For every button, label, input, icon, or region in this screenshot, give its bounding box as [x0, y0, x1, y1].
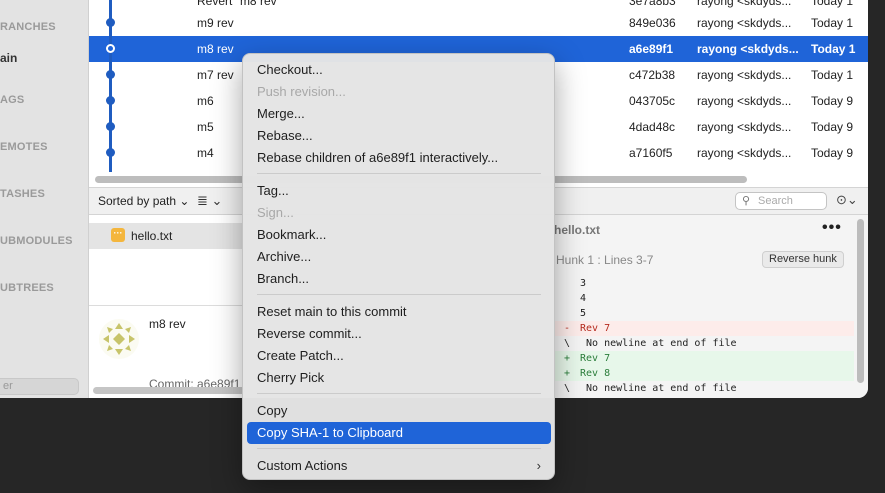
graph-node — [106, 96, 115, 105]
menu-item-custom-actions[interactable]: Custom Actions › — [247, 455, 551, 477]
chevron-down-icon: ⌄ — [846, 192, 858, 207]
commit-sha: a7160f5 — [629, 146, 673, 160]
diff-line-added: + Rev 8 — [554, 366, 854, 381]
commit-sha: 043705c — [629, 94, 676, 108]
chevron-down-icon: ⌄ — [179, 194, 190, 208]
sidebar-submodules-header[interactable]: UBMODULES — [0, 235, 73, 247]
sidebar-filter-input[interactable]: er — [0, 378, 79, 395]
menu-item-reverse-commit[interactable]: Reverse commit... — [247, 323, 551, 345]
menu-separator — [257, 393, 541, 394]
diff-vertical-scrollbar[interactable] — [857, 219, 864, 383]
history-row[interactable]: m9 rev 849e036 rayong <skdyds... Today 1 — [89, 10, 868, 36]
graph-node — [106, 18, 115, 27]
diff-line-removed: - Rev 7 — [554, 321, 854, 336]
options-button[interactable]: ⊙⌄ — [836, 192, 858, 208]
commit-date: Today 9 — [811, 94, 854, 108]
commit-date: Today 1 — [811, 16, 854, 30]
commit-sha: 4dad48c — [629, 120, 676, 134]
file-row[interactable]: ··· hello.txt — [89, 223, 249, 249]
menu-item-bookmark[interactable]: Bookmark... — [247, 224, 551, 246]
menu-item-push-revision[interactable]: Push revision... — [247, 81, 551, 103]
menu-item-copy[interactable]: Copy — [247, 400, 551, 422]
reverse-hunk-button[interactable]: Reverse hunk — [762, 251, 844, 268]
list-icon: ≣ — [197, 193, 208, 208]
sidebar-item-current-branch[interactable]: ain — [0, 51, 17, 65]
menu-item-archive[interactable]: Archive... — [247, 246, 551, 268]
menu-item-tag[interactable]: Tag... — [247, 180, 551, 202]
search-input[interactable]: ⚲ Search — [735, 192, 827, 210]
menu-separator — [257, 173, 541, 174]
menu-item-cherry-pick[interactable]: Cherry Pick — [247, 367, 551, 389]
chevron-down-icon: ⌄ — [211, 193, 223, 208]
sort-dropdown[interactable]: Sorted by path ⌄ — [98, 194, 189, 208]
commit-author: rayong <skdyds... — [697, 68, 792, 82]
graph-node — [106, 70, 115, 79]
commit-author: rayong <skdyds... — [697, 94, 792, 108]
menu-item-create-patch[interactable]: Create Patch... — [247, 345, 551, 367]
details-horizontal-scrollbar[interactable] — [93, 387, 245, 394]
menu-item-reset[interactable]: Reset main to this commit — [247, 301, 551, 323]
graph-node-selected — [106, 44, 115, 53]
avatar — [99, 319, 139, 359]
sidebar: RANCHES ain AGS EMOTES TASHES UBMODULES … — [0, 0, 89, 398]
menu-item-rebase-children[interactable]: Rebase children of a6e89f1 interactively… — [247, 147, 551, 169]
menu-item-merge[interactable]: Merge... — [247, 103, 551, 125]
diff-line: \ No newline at end of file — [564, 383, 737, 394]
menu-separator — [257, 294, 541, 295]
file-name: hello.txt — [131, 229, 173, 243]
commit-sha: a6e89f1 — [629, 42, 674, 56]
menu-separator — [257, 448, 541, 449]
diff-line: 3 — [580, 278, 587, 289]
diff-file-name: hello.txt — [554, 223, 601, 237]
commit-message: m9 rev — [197, 16, 234, 30]
ellipsis-circle-icon: ⊙ — [836, 192, 847, 207]
commit-date: Today 9 — [811, 120, 854, 134]
diff-view: hello.txt ••• Hunk 1 : Lines 3-7 Reverse… — [554, 215, 868, 398]
graph-node — [106, 122, 115, 131]
menu-item-sign[interactable]: Sign... — [247, 202, 551, 224]
commit-author: rayong <skdyds... — [697, 16, 792, 30]
commit-sha: 849e036 — [629, 16, 676, 30]
hunk-header: Hunk 1 : Lines 3-7 — [556, 253, 654, 267]
commit-title: m8 rev — [149, 317, 186, 331]
context-menu: Checkout... Push revision... Merge... Re… — [242, 53, 555, 480]
sidebar-remotes-header[interactable]: EMOTES — [0, 141, 48, 153]
commit-date: Today 9 — [811, 146, 854, 160]
more-options-icon[interactable]: ••• — [822, 219, 842, 237]
sidebar-subtrees-header[interactable]: UBTREES — [0, 282, 54, 294]
sidebar-tags-header[interactable]: AGS — [0, 94, 24, 106]
diff-line: \ No newline at end of file — [564, 338, 737, 349]
diff-line: 5 — [580, 308, 587, 319]
menu-item-copy-sha[interactable]: Copy SHA-1 to Clipboard — [247, 422, 551, 444]
graph-node — [106, 148, 115, 157]
search-placeholder: Search — [758, 195, 793, 207]
sidebar-branches-header[interactable]: RANCHES — [0, 21, 56, 33]
commit-author: rayong <skdyds... — [697, 146, 792, 160]
commit-date: Today 1 — [811, 42, 856, 56]
commit-author: rayong <skdyds... — [697, 42, 799, 56]
menu-item-branch[interactable]: Branch... — [247, 268, 551, 290]
menu-item-checkout[interactable]: Checkout... — [247, 59, 551, 81]
view-mode-button[interactable]: ≣ ⌄ — [197, 193, 222, 209]
search-icon: ⚲ — [742, 195, 751, 207]
modified-file-icon: ··· — [111, 228, 125, 242]
sidebar-stashes-header[interactable]: TASHES — [0, 188, 45, 200]
chevron-right-icon: › — [536, 458, 541, 473]
commit-author: rayong <skdyds... — [697, 120, 792, 134]
menu-item-label: Custom Actions — [257, 458, 348, 473]
diff-line: 4 — [580, 293, 587, 304]
diff-line-added: + Rev 7 — [554, 351, 854, 366]
commit-sha: c472b38 — [629, 68, 676, 82]
menu-item-rebase[interactable]: Rebase... — [247, 125, 551, 147]
commit-date: Today 1 — [811, 68, 854, 82]
sort-label: Sorted by path — [98, 194, 177, 208]
diff-lines: 3 4 5 - Rev 7 \ No newline at end of file… — [554, 276, 854, 396]
